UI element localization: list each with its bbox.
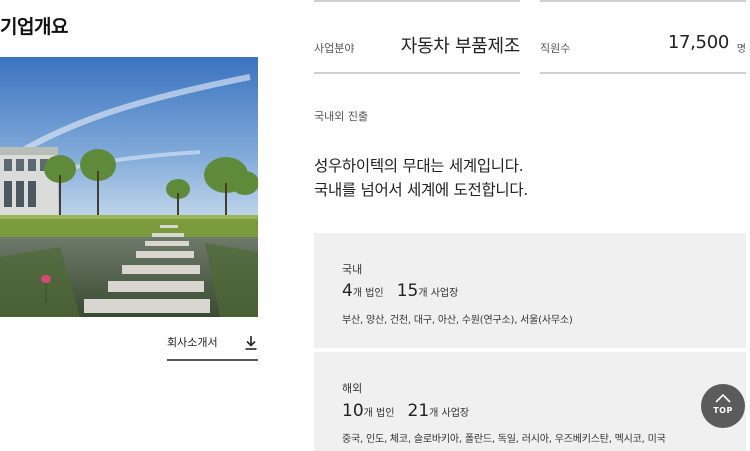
overseas-site-count: 21: [407, 401, 430, 421]
domestic-corp-unit: 개 법인: [352, 288, 384, 299]
overseas-corp-unit: 개 법인: [363, 408, 395, 419]
overseas-panel: 해외 10개 법인 21개 사업장 중국, 인도, 체코, 슬로바키아, 폴란드…: [314, 352, 746, 451]
brochure-download-button[interactable]: 회사소개서: [167, 333, 258, 361]
domestic-site-unit: 개 사업장: [418, 288, 459, 299]
company-photo: [0, 57, 258, 317]
business-field-value: 자동차 부품제조: [400, 36, 521, 57]
business-field-box: 사업분야 자동차 부품제조: [314, 0, 520, 74]
overseas-title: 해외: [342, 382, 363, 395]
scroll-top-button[interactable]: TOP: [701, 384, 745, 428]
overseas-corp-count: 10: [342, 401, 364, 421]
domestic-locations: 부산, 양산, 건천, 대구, 아산, 수원(연구소), 서울(사무소): [342, 315, 573, 326]
domestic-corp-count: 4: [342, 281, 353, 301]
overseas-site-unit: 개 사업장: [429, 408, 470, 419]
domestic-site-count: 15: [396, 281, 419, 301]
employee-count-label: 직원수: [540, 42, 571, 55]
global-headline: 성우하이텍의 무대는 세계입니다. 국내를 넘어서 세계에 도전합니다.: [314, 154, 528, 202]
download-icon: [245, 336, 257, 350]
employee-count-value: 17,500: [667, 32, 729, 53]
top-button-label: TOP: [713, 406, 733, 415]
overseas-counts: 10개 법인 21개 사업장: [342, 401, 477, 421]
domestic-panel: 국내 4개 법인 15개 사업장 부산, 양산, 건천, 대구, 아산, 수원(…: [314, 233, 746, 348]
brochure-label: 회사소개서: [167, 336, 218, 349]
domestic-title: 국내: [342, 263, 363, 276]
global-presence-label: 국내외 진출: [314, 110, 369, 123]
employee-count-box: 직원수 17,500 명: [540, 0, 746, 74]
employee-count-unit: 명: [736, 44, 746, 55]
headline-line-2: 국내를 넘어서 세계에 도전합니다.: [314, 181, 528, 199]
chevron-up-icon: [715, 393, 731, 403]
domestic-counts: 4개 법인 15개 사업장: [342, 281, 466, 301]
page-title: 기업개요: [0, 16, 68, 38]
overseas-locations: 중국, 인도, 체코, 슬로바키아, 폴란드, 독일, 러시아, 우즈베키스탄,…: [342, 434, 666, 445]
headline-line-1: 성우하이텍의 무대는 세계입니다.: [314, 157, 524, 175]
business-field-label: 사업분야: [314, 42, 355, 55]
